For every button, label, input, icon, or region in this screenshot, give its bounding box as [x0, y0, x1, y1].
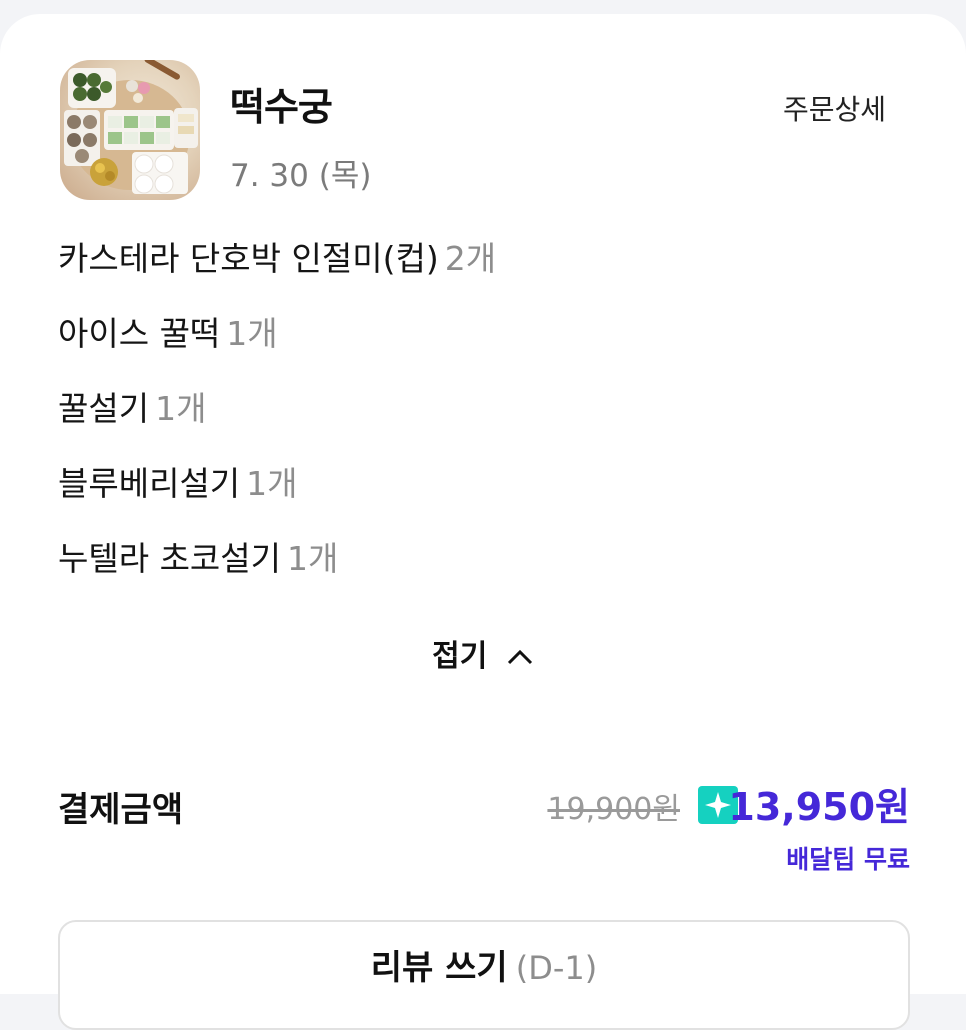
chevron-up-icon	[506, 640, 534, 675]
order-detail-link[interactable]: 주문상세	[783, 88, 886, 128]
list-item: 누텔라 초코설기 1개	[58, 536, 496, 611]
item-name: 블루베리설기	[58, 464, 241, 503]
item-quantity: 1개	[226, 314, 278, 353]
list-item: 꿀설기 1개	[58, 386, 496, 461]
item-quantity: 2개	[444, 239, 497, 278]
review-dday: (D-1)	[515, 949, 598, 987]
item-name: 누텔라 초코설기	[58, 539, 282, 578]
order-item-list: 카스테라 단호박 인절미(컵) 2개 아이스 꿀떡 1개 꿀설기 1개 블루베리설기 1…	[58, 236, 496, 611]
store-thumbnail[interactable]	[60, 60, 200, 200]
store-name[interactable]: 떡수궁	[230, 76, 333, 131]
item-quantity: 1개	[287, 539, 339, 578]
review-label: 리뷰 쓰기	[370, 948, 508, 988]
collapse-label: 접기	[432, 639, 488, 674]
list-item: 카스테라 단호박 인절미(컵) 2개	[58, 236, 496, 311]
list-item: 블루베리설기 1개	[58, 461, 496, 536]
original-price: 19,900원	[547, 792, 680, 827]
food-image	[64, 60, 198, 194]
delivery-fee-note: 배달팁 무료	[786, 845, 910, 874]
order-card: 떡수궁 7. 30 (목) 주문상세 카스테라 단호박 인절미(컵) 2개 아이스…	[0, 14, 966, 1030]
item-quantity: 1개	[155, 389, 207, 428]
final-price: 13,950원	[728, 785, 910, 829]
item-name: 아이스 꿀떡	[58, 314, 221, 353]
payment-label: 결제금액	[58, 790, 184, 830]
list-item: 아이스 꿀떡 1개	[58, 311, 496, 386]
write-review-button[interactable]: 리뷰 쓰기 (D-1)	[58, 920, 910, 1030]
collapse-button[interactable]: 접기	[0, 631, 966, 675]
item-name: 꿀설기	[58, 389, 150, 428]
order-date: 7. 30 (목)	[230, 158, 372, 194]
item-name: 카스테라 단호박 인절미(컵)	[58, 239, 439, 278]
item-quantity: 1개	[246, 464, 298, 503]
